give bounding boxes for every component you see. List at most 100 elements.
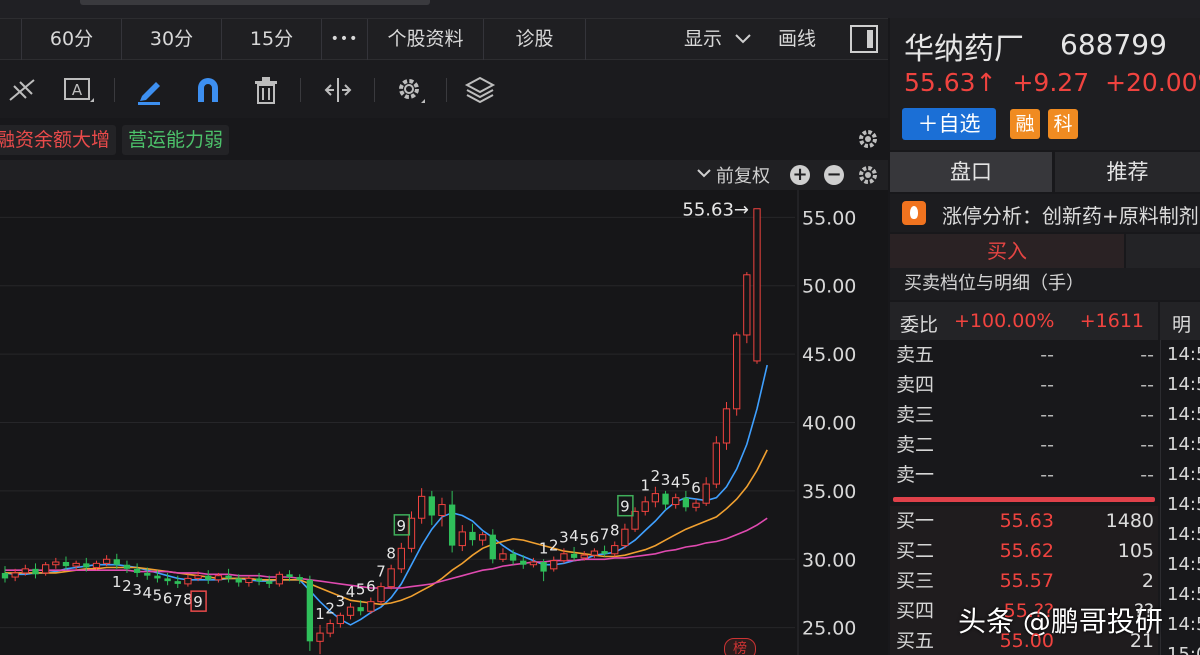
candle-body-up [377, 586, 385, 603]
level-price: -- [1040, 464, 1054, 486]
sequence-mark: 2 [325, 599, 335, 617]
sell-level-row[interactable]: 卖四 -- -- [890, 370, 1158, 400]
sequence-mark: 1 [112, 573, 122, 591]
tab-order-book[interactable]: 盘口 [890, 152, 1052, 192]
stock-profile-button[interactable]: 个股资料 [368, 19, 484, 60]
y-tick-label: 35.00 [802, 481, 856, 503]
svg-text:A: A [72, 81, 83, 99]
text-tool-icon[interactable]: A [62, 74, 94, 106]
level-volume: ?? [1133, 600, 1154, 622]
level-label: 卖四 [896, 374, 935, 396]
candle-body-down [154, 575, 161, 579]
candlestick-chart[interactable]: 1 2 3 4 5 6 7 8 91 2 34 5 67891 2 3 4 5 6 7 8912 3 4 5 6 25.003… [0, 190, 888, 655]
side-panel-toggle-icon[interactable] [850, 25, 878, 53]
sell-tab-area[interactable] [1126, 234, 1200, 268]
buy-level-row[interactable]: 买二 55.62 105 [890, 536, 1158, 566]
fibonacci-tool-icon[interactable] [6, 74, 38, 106]
diagnose-button[interactable]: 诊股 [484, 19, 586, 60]
pen-tool-icon[interactable] [134, 74, 166, 106]
sell-level-row[interactable]: 卖三 -- -- [890, 400, 1158, 430]
sequence-mark: 7 [376, 563, 386, 581]
tab-recommend[interactable]: 推荐 [1055, 152, 1200, 192]
candle-body-up [611, 545, 619, 555]
level-volume: -- [1140, 404, 1154, 426]
signal-tag-financing[interactable]: 融资余额大增 [0, 125, 117, 155]
period-60min-button[interactable]: 60分 [22, 19, 122, 60]
candle-body-up [72, 562, 80, 567]
signal-tag-operations[interactable]: 营运能力弱 [122, 125, 230, 155]
level-price: -- [1040, 404, 1054, 426]
candle [733, 332, 741, 416]
trade-time-column: 14:5 14:5 14:5 14:5 14:5 14:5 14:5 14:5 14:5 14:5… [1160, 340, 1200, 655]
settings-gear-icon[interactable] [394, 74, 426, 106]
candle-body-down [448, 504, 456, 546]
sequence-mark: 4 [671, 474, 681, 492]
candle-body-down [357, 607, 364, 612]
candle-body-up [52, 561, 60, 566]
book-divider [893, 497, 1155, 502]
margin-badge[interactable]: 融 [1010, 109, 1040, 139]
level-price: -- [1040, 434, 1054, 456]
y-tick-label: 50.00 [802, 276, 856, 298]
candle-body-up [41, 564, 50, 574]
candle-body-down [62, 562, 70, 567]
layers-icon[interactable] [464, 74, 496, 106]
trade-time: 14:5 [1167, 374, 1200, 395]
sequence-mark: 8 [610, 521, 620, 539]
last-price: 55.63↑ [904, 68, 997, 97]
buy-level-row[interactable]: 买五 55.00 21 [890, 626, 1158, 655]
adjust-mode-dropdown[interactable]: 前复权 [716, 162, 770, 188]
horizontal-resize-icon[interactable] [322, 74, 354, 106]
stock-header: 华纳药厂 688799 55.63↑ +9.27 +20.00% ＋自选 融 科 [890, 18, 1200, 150]
limit-up-analysis[interactable]: 涨停分析：创新药+原料制剂 [890, 194, 1200, 232]
draw-line-button[interactable]: 画线 [778, 19, 816, 60]
more-periods-button[interactable]: ••• [322, 19, 368, 60]
candle-body-down [520, 560, 527, 565]
period-btn-edge[interactable] [0, 19, 22, 60]
candle-body-up [336, 614, 345, 625]
candle-body-up [478, 534, 487, 541]
candle-body-up [651, 493, 660, 503]
buy-level-row[interactable]: 买三 55.57 2 [890, 566, 1158, 596]
buy-level-row[interactable]: 买一 55.63 1480 [890, 506, 1158, 536]
candle-body-down [205, 575, 212, 580]
sequence-mark: 4 [142, 584, 152, 602]
zoom-out-icon[interactable]: − [824, 165, 844, 185]
zoom-in-icon[interactable]: + [790, 165, 810, 185]
display-dropdown[interactable]: 显示 [684, 19, 752, 60]
rank-badge[interactable]: 榜 [724, 638, 756, 655]
scroll-indicator[interactable] [80, 0, 430, 5]
candle [306, 575, 314, 651]
sell-level-row[interactable]: 卖一 -- -- [890, 460, 1158, 490]
sequence-mark: 6 [366, 578, 376, 596]
add-to-watchlist-button[interactable]: ＋自选 [902, 108, 996, 140]
candle-body-up [702, 483, 710, 504]
chevron-down-icon[interactable] [697, 169, 711, 179]
trade-time: 14:5 [1167, 344, 1200, 365]
star-market-badge[interactable]: 科 [1048, 109, 1078, 139]
candle-body-up [397, 547, 405, 570]
magnet-tool-icon[interactable] [192, 74, 224, 106]
sell-level-row[interactable]: 卖二 -- -- [890, 430, 1158, 460]
candle-body-up [722, 408, 731, 444]
candle-body-down [83, 563, 90, 568]
period-15min-button[interactable]: 15分 [222, 19, 322, 60]
candle [722, 401, 731, 450]
chart-settings-gear-icon[interactable] [856, 163, 880, 187]
level-volume: -- [1140, 434, 1154, 456]
signal-settings-gear-icon[interactable] [856, 127, 880, 151]
candle [753, 208, 761, 364]
level-volume: -- [1140, 374, 1154, 396]
sequence-mark: 5 [356, 580, 366, 598]
buy-button[interactable]: 买入 [890, 234, 1124, 268]
period-30min-button[interactable]: 30分 [122, 19, 222, 60]
level-volume: -- [1140, 464, 1154, 486]
chart-header: 前复权 + − [0, 160, 888, 190]
sell-level-row[interactable]: 卖五 -- -- [890, 340, 1158, 370]
ratio-label: 委比 [900, 314, 939, 336]
stock-code: 688799 [1060, 28, 1167, 61]
trash-icon[interactable] [250, 74, 282, 106]
stock-name: 华纳药厂 [904, 32, 1024, 67]
candle-body-up [21, 568, 29, 574]
buy-level-row[interactable]: 买四 55.???? [890, 596, 1158, 626]
